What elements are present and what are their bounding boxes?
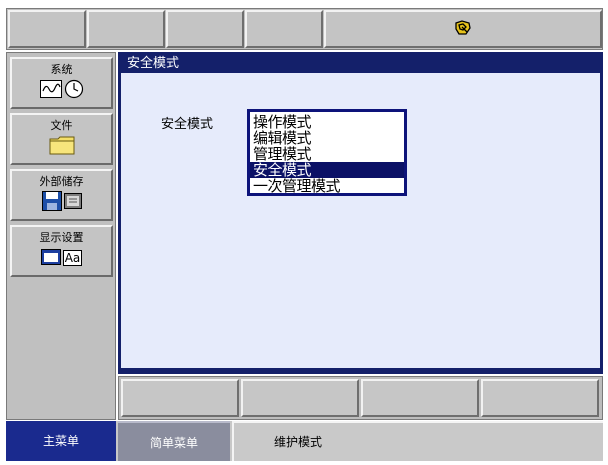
top-tab-3[interactable] <box>166 10 244 48</box>
top-tab-bar <box>6 8 603 50</box>
pendant-screen: 系统 文件 外部储存 显示设置 Aa 安全模式 安全模式 操作模式 编辑模式 管… <box>0 0 608 465</box>
function-key-4[interactable] <box>481 379 599 417</box>
panel-body: 安全模式 操作模式 编辑模式 管理模式 安全模式 一次管理模式 <box>121 73 600 368</box>
nav-external-storage-button[interactable]: 外部储存 <box>10 169 113 221</box>
mode-status-text: 维护模式 <box>232 421 603 461</box>
robot-status-icon <box>454 19 472 39</box>
nav-system-label: 系统 <box>50 63 73 76</box>
nav-display-settings-button[interactable]: 显示设置 Aa <box>10 225 113 277</box>
nav-display-settings-label: 显示设置 <box>39 231 84 244</box>
panel-title: 安全模式 <box>127 56 180 71</box>
font-aa-icon: Aa <box>62 250 83 266</box>
main-panel: 安全模式 安全模式 操作模式 编辑模式 管理模式 安全模式 一次管理模式 <box>118 52 603 374</box>
main-menu-button[interactable]: 主菜单 <box>6 421 116 461</box>
memory-card-icon <box>63 192 82 212</box>
nav-system-button[interactable]: 系统 <box>10 57 113 109</box>
status-tab[interactable] <box>324 10 602 48</box>
nav-file-label: 文件 <box>50 119 73 132</box>
option-operation-mode[interactable]: 操作模式 <box>250 114 404 130</box>
simple-menu-button[interactable]: 简单菜单 <box>118 421 230 461</box>
bottom-menu-bar: 主菜单 简单菜单 维护模式 <box>6 421 603 461</box>
nav-file-button[interactable]: 文件 <box>10 113 113 165</box>
option-one-time-management-mode[interactable]: 一次管理模式 <box>250 178 404 194</box>
function-key-2[interactable] <box>241 379 359 417</box>
waveform-icon <box>39 79 62 101</box>
clock-icon <box>64 79 84 102</box>
window-icon <box>40 248 61 268</box>
security-mode-dropdown[interactable]: 操作模式 编辑模式 管理模式 安全模式 一次管理模式 <box>247 109 407 196</box>
option-security-mode[interactable]: 安全模式 <box>250 162 404 178</box>
floppy-disk-icon <box>41 190 62 214</box>
option-management-mode[interactable]: 管理模式 <box>250 146 404 162</box>
option-edit-mode[interactable]: 编辑模式 <box>250 130 404 146</box>
function-key-1[interactable] <box>121 379 239 417</box>
security-mode-label: 安全模式 <box>161 117 214 132</box>
folder-icon <box>49 135 75 158</box>
function-key-strip <box>118 376 603 420</box>
left-nav: 系统 文件 外部储存 显示设置 Aa <box>6 52 116 420</box>
top-tab-1[interactable] <box>8 10 86 48</box>
top-tab-2[interactable] <box>87 10 165 48</box>
nav-external-storage-label: 外部储存 <box>39 175 84 188</box>
function-key-3[interactable] <box>361 379 479 417</box>
top-tab-4[interactable] <box>245 10 323 48</box>
